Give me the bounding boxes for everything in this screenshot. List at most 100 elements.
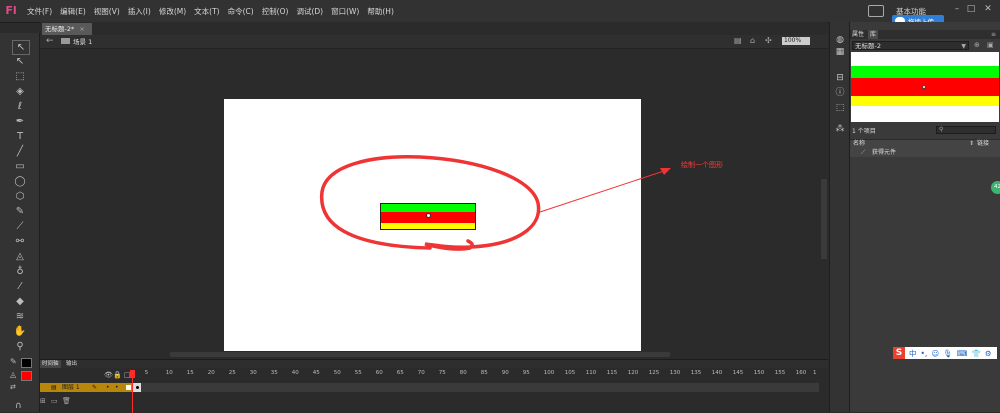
tools-icon[interactable]: ⚙ <box>985 349 992 358</box>
width-tool-icon[interactable]: ≋ <box>12 310 28 323</box>
edit-scene-icon[interactable]: ⌂ <box>750 36 755 45</box>
layer-row[interactable]: ▤ 图层 1 ✎ • • <box>40 383 132 392</box>
scroll-thumb[interactable] <box>170 352 670 357</box>
free-transform-icon[interactable]: ⬚ <box>12 70 28 83</box>
scene-label[interactable]: 场景 1 <box>73 36 92 46</box>
new-library-icon[interactable]: ▣ <box>987 41 994 49</box>
new-layer-icon[interactable]: ⊞ <box>40 397 46 405</box>
delete-layer-icon[interactable]: 🗑 <box>62 397 71 405</box>
menu-list: 文件(F) 编辑(E) 视图(V) 插入(I) 修改(M) 文本(T) 命令(C) 控制(O)… <box>27 0 402 22</box>
preview-yellow-band <box>851 96 999 106</box>
layer-visible-dot[interactable]: • <box>106 383 110 392</box>
menu-item[interactable]: 文本(T) <box>194 6 219 17</box>
eyedropper-icon[interactable]: ⁄ <box>12 280 28 293</box>
panel-menu-icon[interactable]: ≡ <box>991 30 996 39</box>
stage-horizontal-scrollbar[interactable] <box>40 351 820 358</box>
menu-item[interactable]: 调试(D) <box>296 6 323 17</box>
playhead[interactable] <box>130 370 135 413</box>
color-panel-icon[interactable]: ◍ <box>834 35 846 46</box>
column-name[interactable]: 名称 <box>853 140 865 148</box>
tab-output[interactable]: 输出 <box>66 360 77 368</box>
library-tabs: 属性 库 ≡ <box>850 30 1000 39</box>
close-icon[interactable]: ✕ <box>982 3 994 15</box>
brush-icon[interactable]: ⟋ <box>12 220 28 233</box>
pencil-icon[interactable]: ✎ <box>12 205 28 218</box>
zoom-icon[interactable]: ⚲ <box>12 340 28 353</box>
show-all-layers-icon[interactable]: 👁 <box>104 371 113 379</box>
document-tab[interactable]: 无标题-2* × <box>42 23 92 35</box>
punctuation-icon[interactable]: •, <box>921 349 928 358</box>
library-item[interactable]: ⟋ 获得元件 <box>850 148 1000 157</box>
align-panel-icon[interactable]: ⊟ <box>834 73 846 84</box>
minimize-icon[interactable]: – <box>951 3 963 15</box>
subselection-tool-icon[interactable]: ↖ <box>12 55 28 68</box>
menu-item[interactable]: 编辑(E) <box>60 6 86 17</box>
menu-item[interactable]: 修改(M) <box>159 6 186 17</box>
fill-color-swatch[interactable] <box>21 371 32 381</box>
transform-panel-icon[interactable]: ⬚ <box>834 103 846 114</box>
snap-magnet-icon[interactable]: ∩ <box>15 401 22 411</box>
timeline-vertical-scrollbar[interactable] <box>819 368 828 412</box>
pencil-icon: ✎ <box>92 384 98 391</box>
rectangle-tool-icon[interactable]: ▭ <box>12 160 28 173</box>
pen-icon[interactable]: ✒ <box>12 115 28 128</box>
bone-tool-icon[interactable]: ⚯ <box>12 235 28 248</box>
lock-all-layers-icon[interactable]: 🔒 <box>113 371 122 379</box>
timeline-layer-header: 👁 🔒 □ <box>40 371 131 381</box>
library-search-input[interactable]: ⚲ <box>936 126 996 134</box>
oval-tool-icon[interactable]: ◯ <box>12 175 28 188</box>
paint-bucket-icon[interactable]: ◬ <box>12 250 28 263</box>
stroke-color-swatch[interactable] <box>21 358 32 368</box>
library-document-select[interactable]: 无标题-2 ▼ <box>852 41 969 50</box>
swap-colors-icon[interactable]: ⇄ <box>10 383 16 391</box>
menu-item[interactable]: 帮助(H) <box>367 6 394 17</box>
close-tab-icon[interactable]: × <box>79 25 84 33</box>
menu-item[interactable]: 命令(C) <box>228 6 254 17</box>
back-arrow-icon[interactable]: ← <box>46 36 54 46</box>
tab-library[interactable]: 库 <box>868 30 879 39</box>
tab-timeline[interactable]: 时间轴 <box>40 360 61 368</box>
column-linkage[interactable]: 链接 <box>977 140 989 148</box>
edit-symbol-icon[interactable]: ✣ <box>765 36 772 45</box>
line-tool-icon[interactable]: ╱ <box>12 145 28 158</box>
info-panel-icon[interactable]: ⓘ <box>834 88 846 99</box>
menu-item[interactable]: 插入(I) <box>128 6 151 17</box>
hand-icon[interactable]: ✋ <box>12 325 28 338</box>
menu-item[interactable]: 控制(O) <box>262 6 289 17</box>
menu-item[interactable]: 文件(F) <box>27 6 52 17</box>
text-tool-icon[interactable]: T <box>12 130 28 143</box>
lasso-icon[interactable]: ℓ <box>12 100 28 113</box>
menu-item[interactable]: 视图(V) <box>94 6 120 17</box>
motion-presets-icon[interactable]: ⁂ <box>834 124 846 135</box>
frame-row[interactable] <box>132 383 821 392</box>
polystar-tool-icon[interactable]: ⬡ <box>12 190 28 203</box>
layer-name[interactable]: 图层 1 <box>62 383 80 392</box>
stage-position-icon[interactable]: ▤ <box>734 36 742 45</box>
swatches-panel-icon[interactable]: ▦ <box>834 47 846 58</box>
pin-icon[interactable]: ⊕ <box>974 41 980 49</box>
frame-tick-label: 15 <box>186 370 194 376</box>
sogou-logo[interactable]: S <box>893 347 905 359</box>
selection-tool-icon[interactable]: ↖ <box>12 40 30 55</box>
voice-icon[interactable]: 🎙 <box>943 349 953 358</box>
3d-rotation-icon[interactable]: ◈ <box>12 85 28 98</box>
yellow-band <box>381 223 475 229</box>
frame-ruler[interactable]: 1510152025303540455055606570758085909510… <box>130 370 820 380</box>
zoom-select[interactable]: 100% <box>782 37 810 45</box>
ime-lang[interactable]: 中 <box>909 348 917 359</box>
emoji-icon[interactable]: ☺ <box>931 349 939 358</box>
keyboard-icon[interactable]: ⌨ <box>957 349 968 358</box>
skin-icon[interactable]: 👕 <box>972 349 981 358</box>
tab-properties[interactable]: 属性 <box>852 30 864 39</box>
stage-vertical-scrollbar[interactable] <box>820 49 828 353</box>
menu-item[interactable]: 窗口(W) <box>331 6 359 17</box>
frame-tick-label: 50 <box>333 370 341 376</box>
sort-icon[interactable]: ⬆ <box>969 140 974 148</box>
side-badge[interactable]: 42 <box>991 181 1000 194</box>
eraser-icon[interactable]: ◆ <box>12 295 28 308</box>
maximize-icon[interactable]: □ <box>965 3 977 15</box>
layer-lock-dot[interactable]: • <box>115 383 119 392</box>
ink-bottle-icon[interactable]: ♁ <box>12 265 28 278</box>
scroll-thumb[interactable] <box>821 179 827 259</box>
new-folder-icon[interactable]: ▭ <box>51 397 58 405</box>
